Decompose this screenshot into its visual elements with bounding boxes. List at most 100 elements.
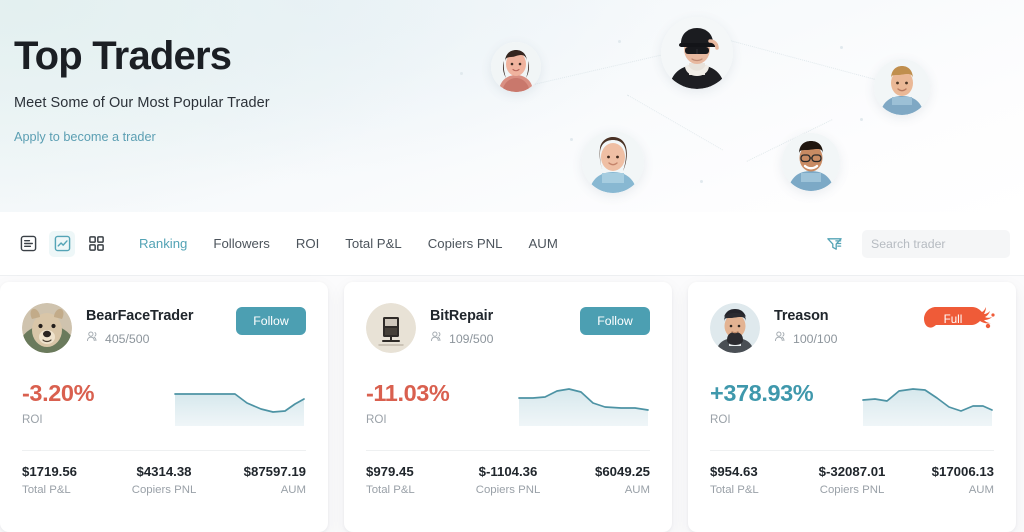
page-title: Top Traders: [14, 34, 232, 78]
stat-value: $-1104.36: [478, 464, 538, 479]
stat-value: $979.45: [366, 464, 414, 479]
hero-avatar-4: [582, 131, 644, 193]
card-header: BearFaceTrader 405/500 Follow: [22, 303, 306, 353]
stat-label: AUM: [968, 484, 995, 496]
card-header: Treason 100/100 Full: [710, 303, 995, 353]
grid-view-icon[interactable]: [83, 231, 109, 257]
stat-aum: $6049.25 AUM: [555, 464, 650, 496]
stat-value: $1719.56: [22, 464, 78, 479]
follower-count: 100/100: [793, 332, 838, 346]
hero-subtitle: Meet Some of Our Most Popular Trader: [14, 95, 270, 111]
avatar: [710, 303, 760, 353]
stat-label: Total P&L: [710, 484, 759, 496]
card-stats: $979.45 Total P&L $-1104.36 Copiers PNL …: [366, 464, 650, 496]
stat-total-pl: $954.63 Total P&L: [710, 464, 805, 496]
card-stats: $954.63 Total P&L $-32087.01 Copiers PNL…: [710, 464, 994, 496]
follower-count-row: 405/500: [86, 330, 236, 348]
trader-name: Treason: [774, 308, 829, 324]
roi-sparkline: [517, 382, 650, 428]
stat-label: Total P&L: [22, 484, 71, 496]
tab-total-pl[interactable]: Total P&L: [345, 236, 401, 251]
stat-total-pl: $1719.56 Total P&L: [22, 464, 117, 496]
hero-avatar-3: [874, 59, 930, 115]
trader-name: BitRepair: [430, 308, 494, 324]
follower-count: 405/500: [105, 332, 150, 346]
stat-label: Copiers PNL: [131, 484, 197, 496]
filter-icon[interactable]: [822, 232, 846, 256]
roi-row: -3.20% ROI: [22, 380, 306, 428]
stat-value: $954.63: [710, 464, 758, 479]
roi-sparkline: [173, 382, 306, 428]
stat-copiers-pnl: $-32087.01 Copiers PNL: [805, 464, 900, 496]
stat-label: AUM: [624, 484, 651, 496]
card-stats: $1719.56 Total P&L $4314.38 Copiers PNL …: [22, 464, 306, 496]
chart-view-icon[interactable]: [49, 230, 75, 257]
followers-icon: [430, 330, 443, 348]
stat-copiers-pnl: $4314.38 Copiers PNL: [117, 464, 212, 496]
status-badge: Full: [924, 307, 995, 331]
apply-trader-link[interactable]: Apply to become a trader: [14, 130, 156, 144]
trader-identity: BearFaceTrader 405/500: [86, 303, 236, 348]
stat-value: $4314.38: [136, 464, 192, 479]
roi-row: -11.03% ROI: [366, 380, 650, 428]
hero-avatar-2: [661, 17, 733, 89]
top-traders-page: Top Traders Meet Some of Our Most Popula…: [0, 0, 1024, 532]
stat-copiers-pnl: $-1104.36 Copiers PNL: [461, 464, 556, 496]
stat-label: Copiers PNL: [475, 484, 541, 496]
trader-card[interactable]: BitRepair 109/500 Follow -11.03% ROI $97…: [344, 282, 672, 532]
stat-aum: $87597.19 AUM: [211, 464, 306, 496]
follow-button[interactable]: Follow: [236, 307, 306, 335]
roi-label: ROI: [22, 413, 43, 426]
trader-name: BearFaceTrader: [86, 308, 194, 324]
tab-followers[interactable]: Followers: [213, 236, 269, 251]
follower-count-row: 109/500: [430, 330, 580, 348]
toolbar: Ranking Followers ROI Total P&L Copiers …: [0, 212, 1024, 276]
tab-roi[interactable]: ROI: [296, 236, 319, 251]
roi-label: ROI: [366, 413, 387, 426]
tab-aum[interactable]: AUM: [529, 236, 558, 251]
stat-label: Copiers PNL: [819, 484, 885, 496]
card-divider: [710, 450, 994, 451]
trader-card[interactable]: Treason 100/100 Full +378.93% ROI $954.6…: [688, 282, 1016, 532]
roi-row: +378.93% ROI: [710, 380, 994, 428]
followers-icon: [86, 330, 99, 348]
sort-tabs: Ranking Followers ROI Total P&L Copiers …: [139, 236, 558, 251]
avatar: [22, 303, 72, 353]
tab-ranking[interactable]: Ranking: [139, 236, 187, 251]
hero-banner: Top Traders Meet Some of Our Most Popula…: [0, 0, 1024, 212]
search-input[interactable]: [871, 236, 1024, 251]
follower-count-row: 100/100: [774, 330, 924, 348]
stat-aum: $17006.13 AUM: [899, 464, 994, 496]
status-badge-label: Full: [943, 312, 963, 326]
trader-card-list: BearFaceTrader 405/500 Follow -3.20% ROI…: [0, 282, 1024, 532]
card-divider: [22, 450, 306, 451]
follower-count: 109/500: [449, 332, 494, 346]
list-view-icon[interactable]: [15, 231, 41, 257]
hero-avatar-1: [491, 42, 541, 92]
card-header: BitRepair 109/500 Follow: [366, 303, 650, 353]
tab-copiers-pnl[interactable]: Copiers PNL: [428, 236, 503, 251]
roi-sparkline: [861, 382, 994, 428]
followers-icon: [774, 330, 787, 348]
roi-value: +378.93%: [710, 380, 814, 406]
stat-value: $87597.19: [243, 464, 307, 479]
stat-value: $17006.13: [931, 464, 995, 479]
follow-button[interactable]: Follow: [580, 307, 650, 335]
toolbar-right: [822, 229, 1024, 258]
view-mode-switcher: [15, 230, 109, 257]
trader-identity: BitRepair 109/500: [430, 303, 580, 348]
stat-value: $6049.25: [595, 464, 651, 479]
roi-label: ROI: [710, 413, 731, 426]
avatar: [366, 303, 416, 353]
stat-total-pl: $979.45 Total P&L: [366, 464, 461, 496]
hero-avatar-5: [782, 133, 840, 191]
hero-text-block: Top Traders Meet Some of Our Most Popula…: [14, 34, 270, 146]
stat-label: Total P&L: [366, 484, 415, 496]
stat-value: $-32087.01: [818, 464, 886, 479]
trader-card[interactable]: BearFaceTrader 405/500 Follow -3.20% ROI…: [0, 282, 328, 532]
search-box[interactable]: [862, 229, 1024, 258]
card-divider: [366, 450, 650, 451]
stat-label: AUM: [280, 484, 307, 496]
trader-identity: Treason 100/100: [774, 303, 924, 348]
roi-value: -11.03%: [366, 380, 450, 406]
